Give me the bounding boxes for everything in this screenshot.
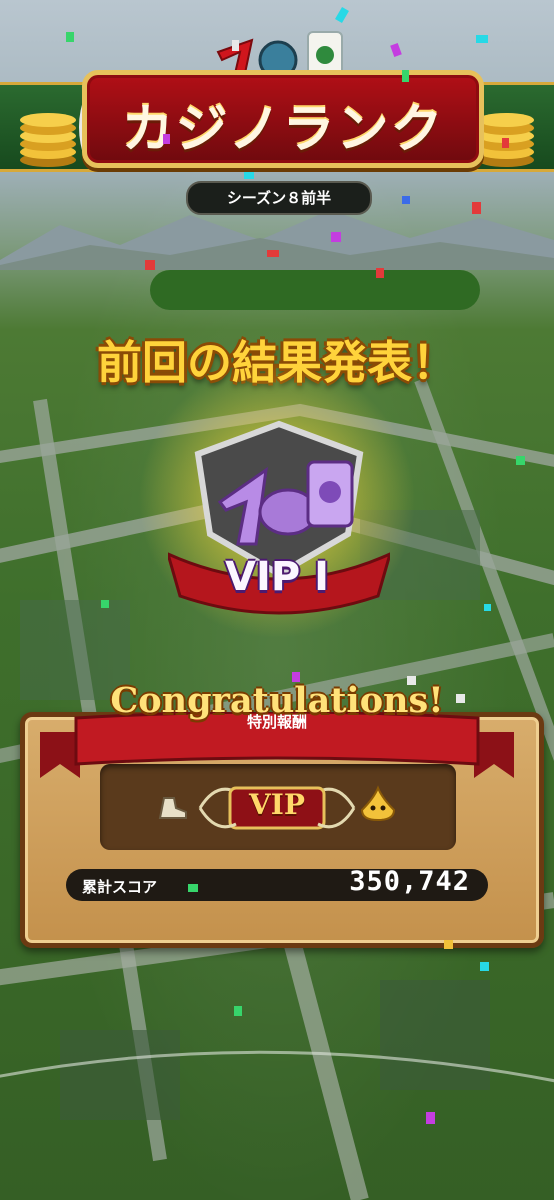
slime-shoe-icon (158, 797, 187, 819)
gold-slime-icon (360, 785, 396, 822)
rank-badge-label: VIP I (225, 554, 329, 600)
page-title: カジノランク (121, 100, 445, 160)
score-value: 350,742 (349, 866, 470, 897)
title-plate: カジノランク (82, 70, 484, 168)
special-reward-subtitle: 特別報酬 (246, 713, 307, 731)
score-label: 累計スコア (82, 878, 158, 896)
season-label: シーズン８前半 (186, 181, 372, 215)
vip-reward-label: VIP (249, 788, 305, 821)
